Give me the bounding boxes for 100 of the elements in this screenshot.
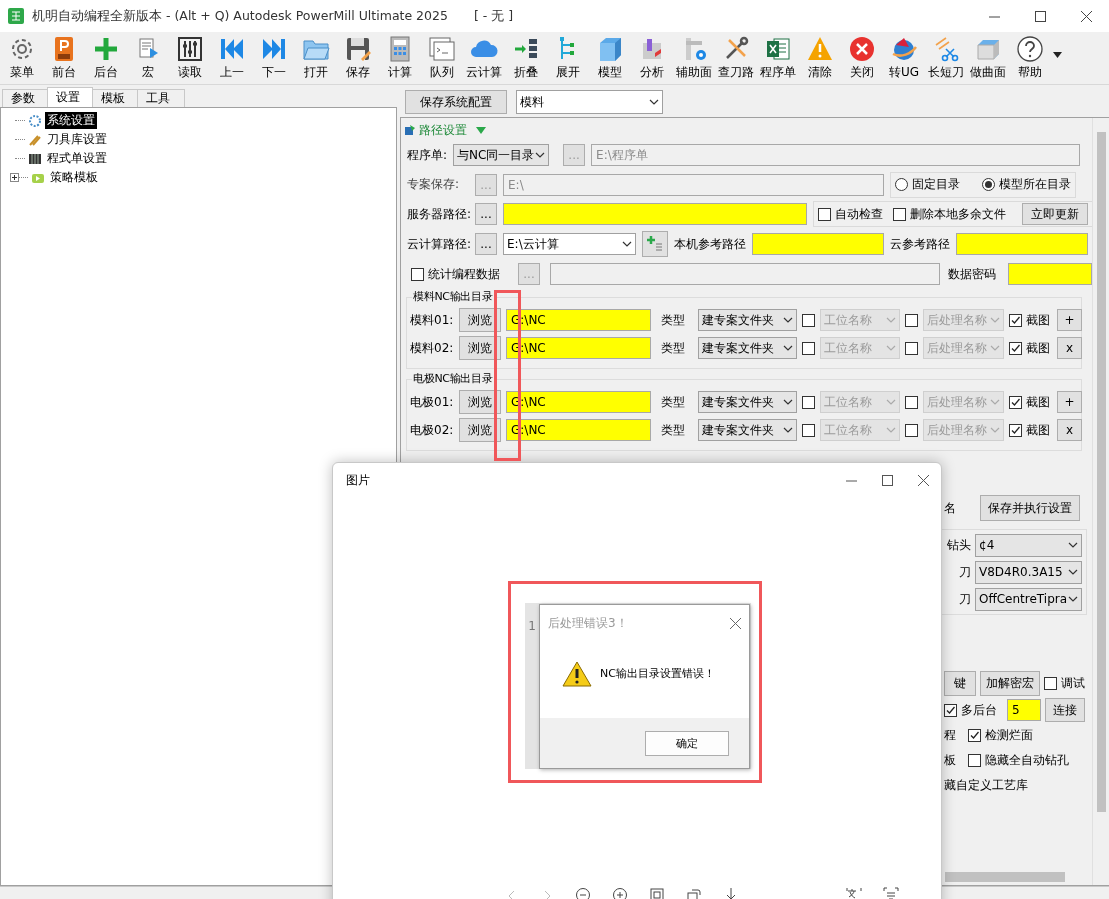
shortcut-button[interactable]: 键 — [944, 670, 976, 696]
row-action-button[interactable]: x — [1057, 419, 1082, 441]
expander-icon[interactable] — [10, 173, 19, 182]
toolbar-button[interactable]: 帮助 — [1009, 32, 1051, 82]
checkbox[interactable] — [1009, 395, 1022, 409]
checkbox[interactable] — [802, 423, 815, 437]
scan-icon[interactable] — [883, 887, 899, 899]
macro-button[interactable]: 加解密宏 — [980, 670, 1040, 696]
save-execute-button[interactable]: 保存并执行设置 — [980, 495, 1080, 521]
toolbar-button[interactable]: 打开 — [295, 32, 337, 82]
toolbar-button[interactable]: 长短刀 — [925, 32, 967, 82]
toolbar-button[interactable]: 下一 — [253, 32, 295, 82]
toolbar-button[interactable]: 转UG — [883, 32, 925, 82]
checkbox[interactable] — [968, 754, 981, 767]
tool-select[interactable]: ¢4 — [975, 533, 1082, 557]
zoom-in-icon[interactable] — [612, 887, 628, 899]
toolbar-button[interactable]: 模型 — [589, 32, 631, 82]
maximize-icon[interactable] — [881, 474, 893, 486]
program-sheet-select[interactable]: 与NC同一目录 — [453, 144, 550, 166]
toolbar-button[interactable]: 程序单 — [757, 32, 799, 82]
toolbar-button[interactable]: 辅助面 — [673, 32, 715, 82]
tool-select[interactable]: V8D4R0.3A15 — [975, 560, 1082, 584]
toolbar-button[interactable]: 后台 — [85, 32, 127, 82]
tree-item[interactable]: 刀具库设置 — [45, 131, 109, 148]
toolbar-button[interactable]: 前台 — [43, 32, 85, 82]
checkbox[interactable] — [1009, 423, 1022, 437]
type-select[interactable]: 建专案文件夹 — [698, 391, 797, 413]
browse-button[interactable]: 浏览 — [459, 336, 501, 360]
tree-item[interactable]: 策略模板 — [48, 169, 100, 186]
checkbox[interactable] — [1009, 313, 1022, 327]
toolbar-button[interactable]: 展开 — [547, 32, 589, 82]
checkbox[interactable] — [802, 395, 815, 409]
checkbox[interactable] — [905, 395, 918, 409]
browse-button[interactable]: ... — [475, 233, 497, 255]
checkbox[interactable] — [968, 729, 981, 742]
radio-button[interactable] — [895, 178, 908, 191]
tool-select[interactable]: OffCentreTipra — [975, 587, 1082, 611]
vertical-scrollbar[interactable] — [1092, 118, 1109, 885]
type-select[interactable]: 建专案文件夹 — [698, 309, 797, 331]
toolbar-button[interactable]: 做曲面 — [967, 32, 1009, 82]
password-field[interactable] — [1008, 263, 1092, 285]
row-action-button[interactable]: + — [1057, 309, 1082, 331]
count-field[interactable]: 5 — [1007, 699, 1041, 721]
browse-button[interactable]: 浏览 — [459, 418, 501, 442]
row-action-button[interactable]: + — [1057, 391, 1082, 413]
radio-button[interactable] — [982, 178, 995, 191]
checkbox[interactable] — [1044, 676, 1057, 690]
checkbox[interactable] — [411, 267, 424, 281]
checkbox[interactable] — [802, 313, 815, 327]
browse-button[interactable]: 浏览 — [459, 308, 501, 332]
checkbox[interactable] — [893, 207, 906, 221]
toolbar-button[interactable]: 清除 — [799, 32, 841, 82]
toolbar-button[interactable]: 宏 — [127, 32, 169, 82]
close-icon[interactable] — [917, 474, 929, 486]
caret-icon[interactable] — [476, 126, 486, 134]
close-icon[interactable] — [730, 617, 741, 629]
toolbar-button[interactable]: 查刀路 — [715, 32, 757, 82]
row-action-button[interactable]: x — [1057, 337, 1082, 359]
tab[interactable]: 设置 — [47, 87, 93, 107]
toolbar-button[interactable]: 读取 — [169, 32, 211, 82]
tab[interactable]: 参数 — [2, 89, 48, 107]
checkbox[interactable] — [905, 341, 918, 355]
toolbar-button[interactable]: 菜单 — [1, 32, 43, 82]
tree-item[interactable]: 程式单设置 — [45, 150, 109, 167]
stats-path-field[interactable] — [550, 263, 940, 285]
maximize-icon[interactable] — [1034, 10, 1046, 22]
cloud-path-select[interactable]: E:\云计算 — [503, 233, 636, 255]
checkbox[interactable] — [802, 341, 815, 355]
type-select[interactable]: 建专案文件夹 — [698, 419, 797, 441]
toolbar-button[interactable]: 关闭 — [841, 32, 883, 82]
dropdown-caret-icon[interactable] — [1053, 52, 1062, 58]
type-select[interactable]: 建专案文件夹 — [698, 337, 797, 359]
browse-button[interactable]: 浏览 — [459, 390, 501, 414]
toolbar-button[interactable]: 保存 — [337, 32, 379, 82]
checkbox[interactable] — [905, 313, 918, 327]
checkbox[interactable] — [944, 703, 957, 717]
toolbar-button[interactable]: 折叠 — [505, 32, 547, 82]
ok-button[interactable]: 确定 — [645, 730, 729, 756]
server-path-field[interactable] — [503, 203, 807, 225]
close-icon[interactable] — [1080, 10, 1092, 22]
connect-button[interactable]: 连接 — [1045, 698, 1085, 722]
checkbox[interactable] — [905, 423, 918, 437]
local-ref-field[interactable] — [752, 233, 884, 255]
update-button[interactable]: 立即更新 — [1022, 203, 1088, 225]
profile-select[interactable]: 模料 — [516, 90, 663, 114]
rotate-icon[interactable] — [686, 887, 702, 899]
zoom-out-icon[interactable] — [575, 887, 591, 899]
toolbar-button[interactable]: 计算 — [379, 32, 421, 82]
tab[interactable]: 工具 — [137, 89, 185, 107]
toolbar-button[interactable]: 上一 — [211, 32, 253, 82]
toolbar-button[interactable]: 分析 — [631, 32, 673, 82]
browse-button[interactable]: ... — [475, 203, 497, 225]
checkbox[interactable] — [818, 207, 831, 221]
fit-icon[interactable] — [649, 887, 665, 899]
tab[interactable]: 模板 — [92, 89, 138, 107]
toolbar-button[interactable]: 云计算 — [463, 32, 505, 82]
checkbox[interactable] — [1009, 341, 1022, 355]
cloud-ref-field[interactable] — [956, 233, 1088, 255]
save-config-button[interactable]: 保存系统配置 — [405, 90, 507, 114]
toolbar-button[interactable]: 队列 — [421, 32, 463, 82]
